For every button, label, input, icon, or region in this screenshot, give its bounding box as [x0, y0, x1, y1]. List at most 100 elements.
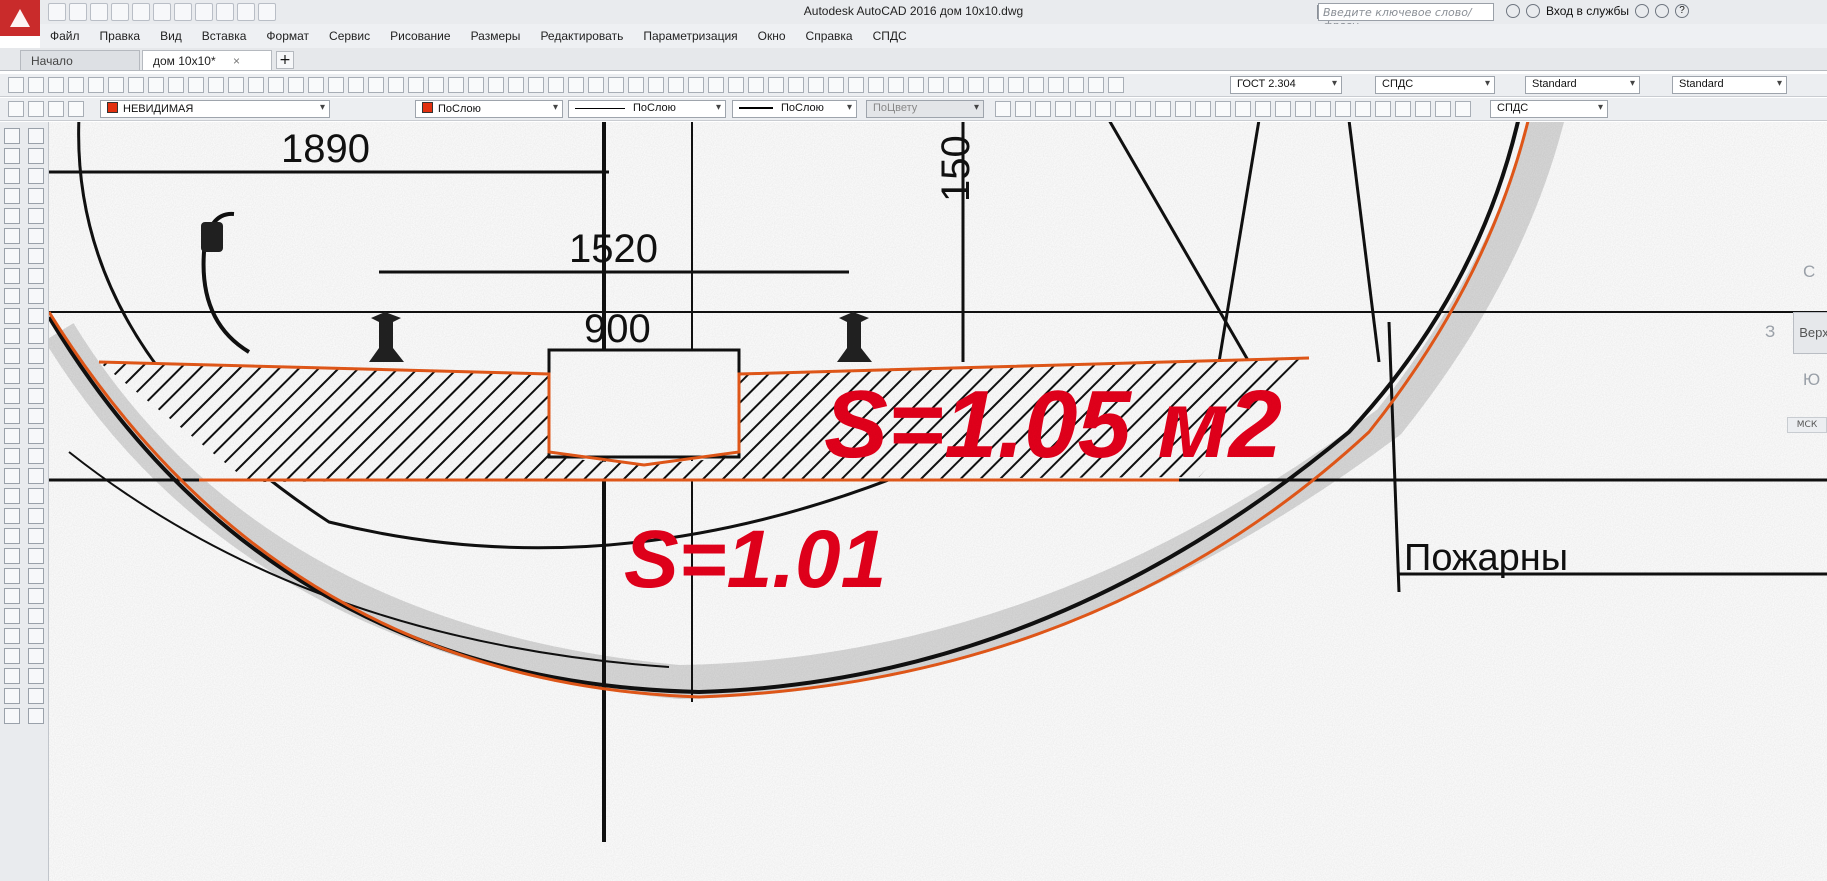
standard-tool-icon-36[interactable]	[728, 77, 744, 93]
draw-tool-icon-28[interactable]	[4, 688, 20, 704]
dimension-tool-icon-20[interactable]	[1395, 101, 1411, 117]
modify-tool-icon-7[interactable]	[28, 268, 44, 284]
redo-icon[interactable]	[153, 3, 171, 21]
standard-tool-icon-7[interactable]	[148, 77, 164, 93]
draw-tool-icon-22[interactable]	[4, 568, 20, 584]
modify-tool-icon-10[interactable]	[28, 328, 44, 344]
layer-lock-icon[interactable]	[68, 101, 84, 117]
modify-tool-icon-19[interactable]	[28, 508, 44, 524]
draw-tool-icon-15[interactable]	[4, 428, 20, 444]
draw-tool-icon-8[interactable]	[4, 288, 20, 304]
draw-tool-icon-25[interactable]	[4, 628, 20, 644]
draw-tool-icon-5[interactable]	[4, 228, 20, 244]
menu-item-9[interactable]: Параметризация	[633, 29, 747, 43]
standard-tool-icon-2[interactable]	[48, 77, 64, 93]
draw-tool-icon-20[interactable]	[4, 528, 20, 544]
standard-tool-icon-15[interactable]	[308, 77, 324, 93]
draw-tool-icon-4[interactable]	[4, 208, 20, 224]
layer-select[interactable]: НЕВИДИМАЯ	[100, 100, 330, 118]
qat-dropdown-icon[interactable]	[258, 3, 276, 21]
dimension-tool-icon-3[interactable]	[1055, 101, 1071, 117]
modify-tool-icon-5[interactable]	[28, 228, 44, 244]
modify-tool-icon-0[interactable]	[28, 128, 44, 144]
modify-tool-icon-18[interactable]	[28, 488, 44, 504]
draw-tool-icon-1[interactable]	[4, 148, 20, 164]
standard-tool-icon-6[interactable]	[128, 77, 144, 93]
standard-tool-icon-28[interactable]	[568, 77, 584, 93]
menu-item-8[interactable]: Редактировать	[530, 29, 633, 43]
standard-tool-icon-30[interactable]	[608, 77, 624, 93]
standard-tool-icon-0[interactable]	[8, 77, 24, 93]
standard-tool-icon-14[interactable]	[288, 77, 304, 93]
dimension-tool-icon-14[interactable]	[1275, 101, 1291, 117]
dimension-tool-icon-7[interactable]	[1135, 101, 1151, 117]
modify-tool-icon-29[interactable]	[28, 708, 44, 724]
modify-tool-icon-24[interactable]	[28, 608, 44, 624]
standard-tool-icon-8[interactable]	[168, 77, 184, 93]
properties-icon[interactable]	[195, 3, 213, 21]
close-tab-icon[interactable]: ×	[233, 54, 240, 68]
new-tab-button[interactable]: +	[276, 51, 294, 69]
menu-item-11[interactable]: Справка	[796, 29, 863, 43]
modify-tool-icon-9[interactable]	[28, 308, 44, 324]
dimension-tool-icon-17[interactable]	[1335, 101, 1351, 117]
sign-in-label[interactable]: Вход в службы	[1546, 4, 1629, 18]
modify-tool-icon-3[interactable]	[28, 188, 44, 204]
standard-tool-icon-31[interactable]	[628, 77, 644, 93]
draw-tool-icon-29[interactable]	[4, 708, 20, 724]
menu-item-6[interactable]: Рисование	[380, 29, 460, 43]
standard-tool-icon-12[interactable]	[248, 77, 264, 93]
standard-tool-icon-42[interactable]	[848, 77, 864, 93]
dimension-tool-icon-1[interactable]	[1015, 101, 1031, 117]
linetype-select[interactable]: ПоСлою	[568, 100, 726, 118]
menu-item-3[interactable]: Вставка	[192, 29, 257, 43]
viewcube-top-face[interactable]: Верх	[1793, 312, 1827, 354]
draw-tool-icon-19[interactable]	[4, 508, 20, 524]
modify-tool-icon-2[interactable]	[28, 168, 44, 184]
modify-tool-icon-20[interactable]	[28, 528, 44, 544]
draw-tool-icon-11[interactable]	[4, 348, 20, 364]
dimension-tool-icon-10[interactable]	[1195, 101, 1211, 117]
standard-tool-icon-4[interactable]	[88, 77, 104, 93]
standard-tool-icon-46[interactable]	[928, 77, 944, 93]
new-file-icon[interactable]	[48, 3, 66, 21]
draw-tool-icon-6[interactable]	[4, 248, 20, 264]
standard-tool-icon-33[interactable]	[668, 77, 684, 93]
standard-tool-icon-34[interactable]	[688, 77, 704, 93]
standard-tool-icon-45[interactable]	[908, 77, 924, 93]
modify-tool-icon-28[interactable]	[28, 688, 44, 704]
save-as-icon[interactable]	[111, 3, 129, 21]
plot-icon[interactable]	[174, 3, 192, 21]
modify-tool-icon-14[interactable]	[28, 408, 44, 424]
a360-icon[interactable]	[1655, 4, 1669, 18]
menu-item-4[interactable]: Формат	[256, 29, 319, 43]
menu-item-10[interactable]: Окно	[748, 29, 796, 43]
standard-tool-icon-37[interactable]	[748, 77, 764, 93]
standard-tool-icon-18[interactable]	[368, 77, 384, 93]
draw-tool-icon-13[interactable]	[4, 388, 20, 404]
viewcube-west[interactable]: З	[1765, 322, 1775, 342]
exchange-icon[interactable]	[1635, 4, 1649, 18]
dimension-tool-icon-11[interactable]	[1215, 101, 1231, 117]
standard-tool-icon-38[interactable]	[768, 77, 784, 93]
menu-item-1[interactable]: Правка	[90, 29, 151, 43]
dimension-tool-icon-21[interactable]	[1415, 101, 1431, 117]
drawing-svg[interactable]: 1890 1520 900 150 Пожарны S=1.05 м2 S=1.…	[49, 122, 1827, 881]
standard-tool-icon-25[interactable]	[508, 77, 524, 93]
dimension-tool-icon-22[interactable]	[1435, 101, 1451, 117]
dimension-tool-icon-19[interactable]	[1375, 101, 1391, 117]
dimension-tool-icon-6[interactable]	[1115, 101, 1131, 117]
standard-tool-icon-54[interactable]	[1088, 77, 1104, 93]
draw-tool-icon-2[interactable]	[4, 168, 20, 184]
standard-tool-icon-27[interactable]	[548, 77, 564, 93]
modify-tool-icon-4[interactable]	[28, 208, 44, 224]
draw-tool-icon-14[interactable]	[4, 408, 20, 424]
modify-tool-icon-1[interactable]	[28, 148, 44, 164]
standard-tool-icon-44[interactable]	[888, 77, 904, 93]
standard-tool-icon-47[interactable]	[948, 77, 964, 93]
standard-tool-icon-19[interactable]	[388, 77, 404, 93]
ucs-menu[interactable]: МСК	[1787, 417, 1827, 433]
standard-tool-icon-49[interactable]	[988, 77, 1004, 93]
menu-item-12[interactable]: СПДС	[863, 29, 917, 43]
standard-tool-icon-32[interactable]	[648, 77, 664, 93]
